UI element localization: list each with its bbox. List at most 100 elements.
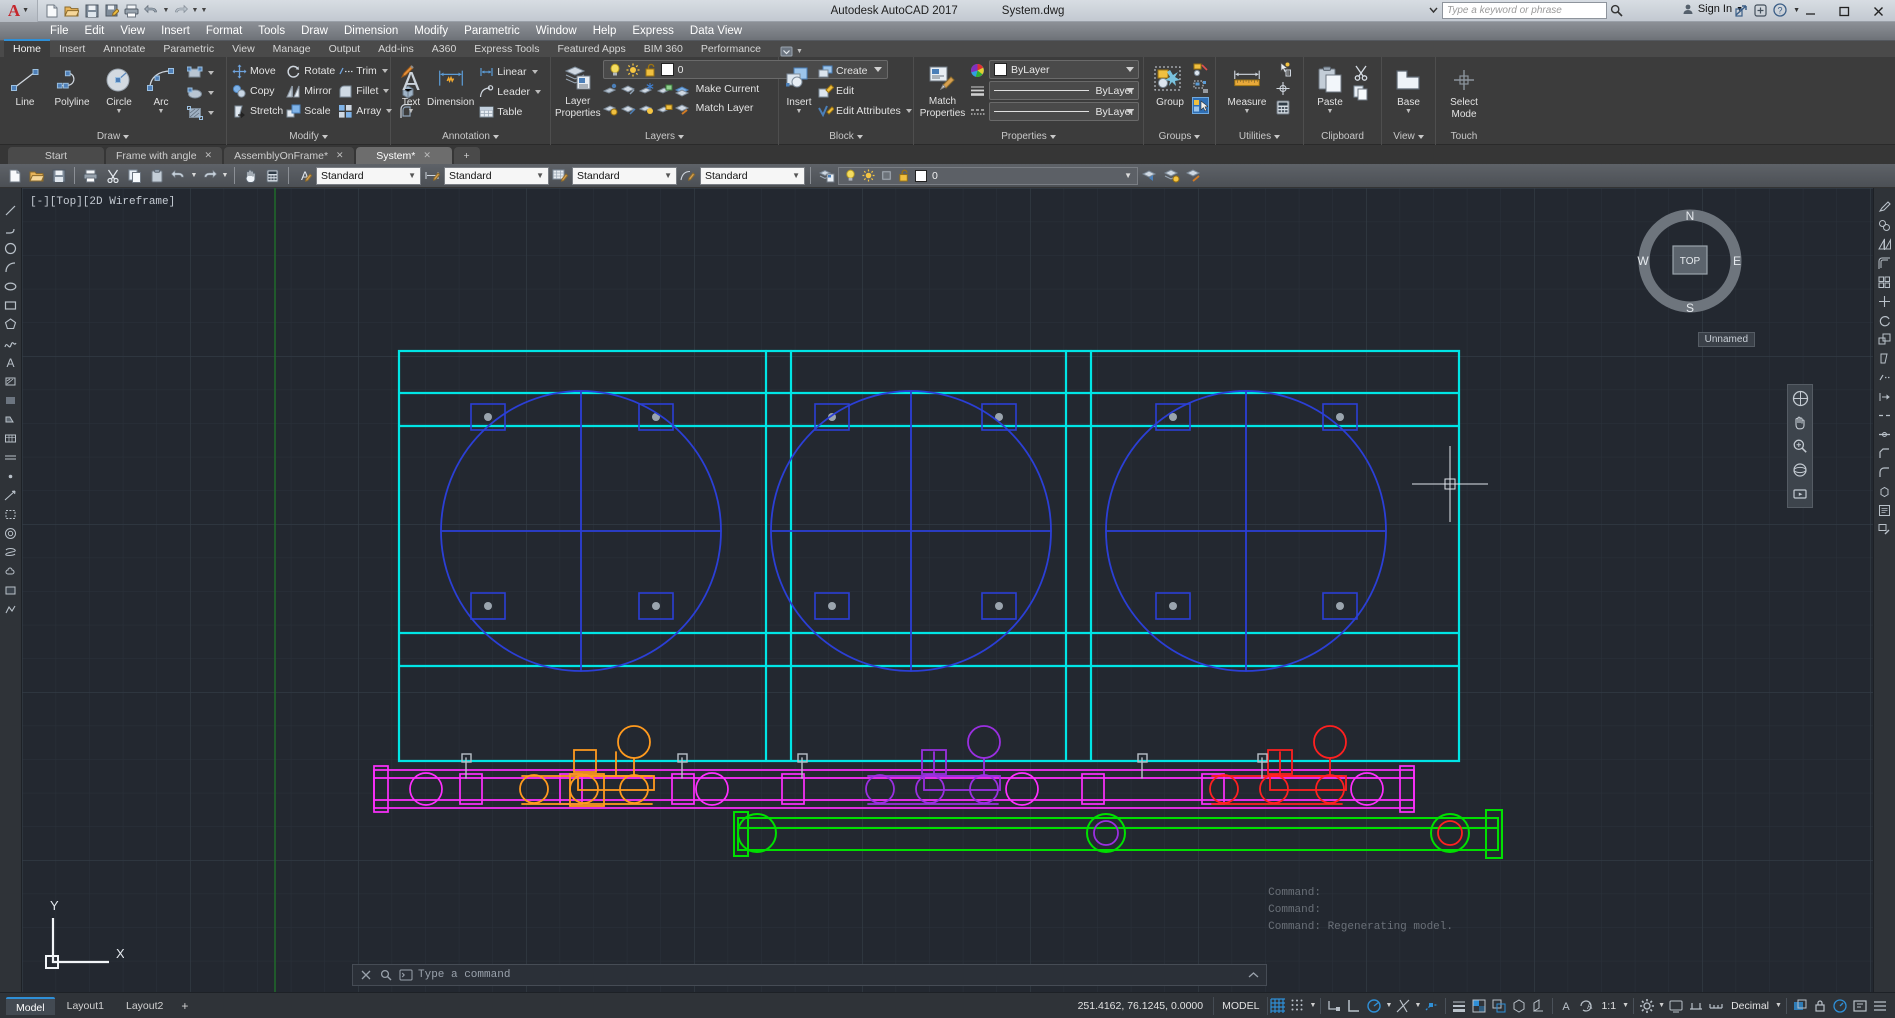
chevron-down-icon[interactable]: [208, 91, 214, 95]
annotation-leader-button[interactable]: Leader: [478, 82, 546, 102]
chevron-down-icon[interactable]: [492, 135, 499, 139]
modify-array-button[interactable]: Array: [337, 101, 397, 121]
boundary-icon[interactable]: [3, 506, 19, 522]
tab-home[interactable]: Home: [4, 39, 51, 57]
cut-icon[interactable]: [1352, 64, 1369, 81]
block-edit-attributes-button[interactable]: Edit Attributes: [817, 101, 917, 121]
chevron-down-icon[interactable]: ▼: [1244, 108, 1251, 115]
application-menu-button[interactable]: A ▼: [0, 0, 38, 22]
dynamic-ucs-icon[interactable]: [1529, 996, 1549, 1016]
selection-cycling-icon[interactable]: [1489, 996, 1509, 1016]
chevron-down-icon[interactable]: ▼: [792, 171, 800, 180]
layer-unisolate-icon[interactable]: [621, 81, 638, 98]
performance-icon[interactable]: [1830, 996, 1850, 1016]
polar-tracking-icon[interactable]: [1364, 996, 1384, 1016]
chevron-down-icon[interactable]: ▼: [408, 171, 416, 180]
chevron-down-icon[interactable]: [856, 135, 863, 139]
ray-icon[interactable]: [3, 487, 19, 503]
hardware-accel-icon[interactable]: [1666, 996, 1686, 1016]
undo-dropdown-icon[interactable]: ▼: [190, 172, 198, 179]
group-selection-on-icon[interactable]: [1192, 97, 1209, 114]
draw-hatch-button[interactable]: [186, 103, 219, 123]
layer-color-swatch[interactable]: [660, 63, 674, 76]
paste-button[interactable]: Paste ▼: [1308, 61, 1352, 115]
showmotion-icon[interactable]: [1791, 485, 1809, 503]
chevron-down-icon[interactable]: [1417, 135, 1424, 139]
qat-more-icon[interactable]: ▼: [200, 7, 208, 14]
table-style-icon[interactable]: [550, 166, 571, 186]
pan-icon[interactable]: [1791, 413, 1809, 431]
tab-add-ins[interactable]: Add-ins: [369, 41, 423, 57]
undo-icon[interactable]: [142, 1, 161, 20]
view-cube[interactable]: TOP N S E W: [1635, 206, 1745, 316]
make-current-label[interactable]: Make Current: [696, 81, 760, 98]
redo-dropdown-icon[interactable]: ▼: [191, 7, 199, 14]
chevron-down-icon[interactable]: ▼: [664, 171, 672, 180]
redo-icon[interactable]: [199, 166, 220, 186]
menu-express[interactable]: Express: [624, 22, 682, 41]
polygon-icon[interactable]: [3, 316, 19, 332]
chevron-down-icon[interactable]: ▼: [796, 108, 803, 115]
command-expand-icon[interactable]: [1245, 967, 1261, 983]
chevron-down-icon[interactable]: [678, 135, 684, 139]
linetype-combo[interactable]: ByLayer: [989, 102, 1139, 121]
ellipse-icon[interactable]: [3, 278, 19, 294]
match-layer-label[interactable]: Match Layer: [696, 100, 754, 117]
transparency-icon[interactable]: [1469, 996, 1489, 1016]
object-color-combo[interactable]: ByLayer: [989, 60, 1139, 79]
workspace-icon[interactable]: [1637, 996, 1657, 1016]
command-close-icon[interactable]: [358, 967, 374, 983]
save-icon[interactable]: [48, 166, 69, 186]
chevron-down-icon[interactable]: ▼: [1405, 108, 1412, 115]
point-id-icon[interactable]: [1274, 80, 1291, 97]
infer-constraints-icon[interactable]: [1324, 996, 1344, 1016]
annotation-scale-value[interactable]: 1:1: [1596, 1000, 1621, 1012]
layer-prev-icon[interactable]: [1139, 166, 1160, 186]
calculator-icon[interactable]: [1274, 99, 1291, 116]
open-icon[interactable]: [26, 166, 47, 186]
text-style-icon[interactable]: A: [294, 166, 315, 186]
command-line[interactable]: Type a command: [352, 964, 1267, 986]
maximize-button[interactable]: [1827, 0, 1861, 22]
open-icon[interactable]: [62, 1, 81, 20]
quick-select-icon[interactable]: [1274, 61, 1291, 78]
file-tab-system[interactable]: System* ✕: [355, 147, 452, 164]
snap-icon[interactable]: [1288, 996, 1308, 1016]
menu-format[interactable]: Format: [198, 22, 250, 41]
minimize-button[interactable]: [1793, 0, 1827, 22]
menu-insert[interactable]: Insert: [153, 22, 198, 41]
offset-icon[interactable]: [1877, 255, 1893, 271]
full-navigation-wheel-icon[interactable]: [1791, 389, 1809, 407]
tab-insert[interactable]: Insert: [50, 41, 94, 57]
customization-icon[interactable]: [1870, 996, 1890, 1016]
dim-style-combo[interactable]: Standard ▼: [444, 166, 549, 185]
new-icon[interactable]: [4, 166, 25, 186]
lightbulb-icon[interactable]: [608, 63, 622, 77]
mleader-style-combo[interactable]: Standard ▼: [700, 166, 805, 185]
freeze-icon[interactable]: [880, 169, 893, 182]
scale-icon[interactable]: [1877, 331, 1893, 347]
revcloud-icon[interactable]: [3, 563, 19, 579]
draw-line-button[interactable]: Line: [4, 61, 46, 108]
chevron-down-icon[interactable]: ▼: [116, 108, 123, 115]
dim-style-icon[interactable]: [422, 166, 443, 186]
menu-data-view[interactable]: Data View: [682, 22, 750, 41]
annotation-linear-button[interactable]: Linear: [478, 62, 546, 82]
modify-copy-button[interactable]: Copy: [231, 81, 285, 101]
tab-bim-360[interactable]: BIM 360: [635, 41, 692, 57]
ungroup-icon[interactable]: [1192, 61, 1209, 78]
chevron-down-icon[interactable]: [208, 71, 214, 75]
tab-view[interactable]: View: [223, 41, 264, 57]
close-icon[interactable]: ✕: [205, 150, 213, 161]
workspace-dropdown-icon[interactable]: ▼: [1657, 1002, 1666, 1009]
model-space-canvas[interactable]: [-][Top][2D Wireframe] TOP N S E W Unnam…: [22, 188, 1873, 992]
ribbon-display-options[interactable]: ▼: [780, 46, 803, 57]
block-create-button[interactable]: Create: [817, 61, 917, 81]
draw-circle-button[interactable]: Circle ▼: [98, 61, 140, 115]
fillet-icon[interactable]: [1877, 464, 1893, 480]
layer-lock-icon[interactable]: [657, 81, 674, 98]
coordinates-display[interactable]: 251.4162, 76.1245, 0.0000: [1068, 1000, 1214, 1012]
ucs-selector[interactable]: Unnamed: [1697, 332, 1755, 347]
linewidth-icon[interactable]: [969, 83, 986, 100]
stretch-icon[interactable]: [1877, 350, 1893, 366]
